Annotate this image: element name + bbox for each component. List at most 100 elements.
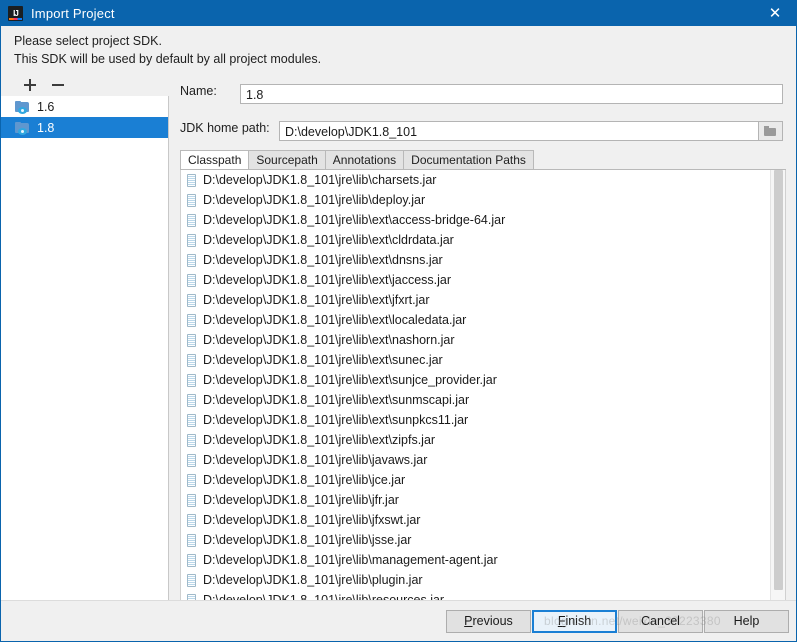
classpath-row-label: D:\develop\JDK1.8_101\jre\lib\management… <box>203 553 498 567</box>
classpath-row[interactable]: D:\develop\JDK1.8_101\jre\lib\ext\sunmsc… <box>181 390 753 410</box>
classpath-row[interactable]: D:\develop\JDK1.8_101\jre\lib\ext\access… <box>181 210 753 230</box>
classpath-row-label: D:\develop\JDK1.8_101\jre\lib\jsse.jar <box>203 533 412 547</box>
jar-file-icon <box>187 533 196 547</box>
name-row: Name: 1.8 <box>180 84 783 104</box>
name-input[interactable]: 1.8 <box>240 84 783 104</box>
tab-documentation-paths[interactable]: Documentation Paths <box>403 150 534 169</box>
classpath-row[interactable]: D:\develop\JDK1.8_101\jre\lib\ext\zipfs.… <box>181 430 753 450</box>
name-label: Name: <box>180 84 217 98</box>
jdk-home-path-label: JDK home path: <box>180 121 270 135</box>
classpath-row[interactable]: D:\develop\JDK1.8_101\jre\lib\ext\jacces… <box>181 270 753 290</box>
classpath-row-label: D:\develop\JDK1.8_101\jre\lib\ext\dnsns.… <box>203 253 443 267</box>
classpath-row[interactable]: D:\develop\JDK1.8_101\jre\lib\ext\dnsns.… <box>181 250 753 270</box>
classpath-row[interactable]: D:\develop\JDK1.8_101\jre\lib\ext\sunjce… <box>181 370 753 390</box>
jar-file-icon <box>187 493 196 507</box>
sdk-list[interactable]: 1.6 1.8 <box>1 96 169 601</box>
sdk-list-toolbar <box>13 75 168 95</box>
intro-line-1: Please select project SDK. <box>14 34 162 48</box>
jar-file-icon <box>187 433 196 447</box>
jar-file-icon <box>187 413 196 427</box>
classpath-row-label: D:\develop\JDK1.8_101\jre\lib\ext\sunpkc… <box>203 413 469 427</box>
jar-file-icon <box>187 573 196 587</box>
classpath-row-label: D:\develop\JDK1.8_101\jre\lib\ext\cldrda… <box>203 233 454 247</box>
classpath-row[interactable]: D:\develop\JDK1.8_101\jre\lib\javaws.jar <box>181 450 753 470</box>
jdk-home-path-input[interactable]: D:\develop\JDK1.8_101 <box>279 121 783 141</box>
classpath-row-label: D:\develop\JDK1.8_101\jre\lib\ext\locale… <box>203 313 467 327</box>
classpath-row-label: D:\develop\JDK1.8_101\jre\lib\ext\access… <box>203 213 506 227</box>
sdk-detail-pane: Name: 1.8 JDK home path: D:\develop\JDK1… <box>169 75 797 601</box>
import-project-dialog: IJ Import Project ✕ Please select projec… <box>0 0 797 642</box>
intro-line-2: This SDK will be used by default by all … <box>14 52 322 66</box>
classpath-row[interactable]: D:\develop\JDK1.8_101\jre\lib\management… <box>181 550 753 570</box>
browse-folder-button[interactable] <box>758 121 783 141</box>
add-classpath-button[interactable] <box>792 170 797 196</box>
jar-file-icon <box>187 373 196 387</box>
classpath-row[interactable]: D:\develop\JDK1.8_101\jre\lib\jfxswt.jar <box>181 510 753 530</box>
classpath-row-label: D:\develop\JDK1.8_101\jre\lib\ext\zipfs.… <box>203 433 436 447</box>
classpath-row-label: D:\develop\JDK1.8_101\jre\lib\ext\nashor… <box>203 333 455 347</box>
jar-file-icon <box>187 233 196 247</box>
classpath-row-label: D:\develop\JDK1.8_101\jre\lib\javaws.jar <box>203 453 428 467</box>
remove-classpath-button[interactable] <box>792 196 797 222</box>
classpath-row[interactable]: D:\develop\JDK1.8_101\jre\lib\deploy.jar <box>181 190 753 210</box>
jar-file-icon <box>187 513 196 527</box>
jar-file-icon <box>187 173 196 187</box>
title-bar: IJ Import Project ✕ <box>1 1 797 26</box>
classpath-scrollbar[interactable] <box>770 170 785 600</box>
sdk-item-label: 1.6 <box>37 99 55 114</box>
jar-file-icon <box>187 393 196 407</box>
close-icon[interactable]: ✕ <box>752 1 797 26</box>
classpath-row[interactable]: D:\develop\JDK1.8_101\jre\lib\ext\sunec.… <box>181 350 753 370</box>
classpath-row[interactable]: D:\develop\JDK1.8_101\jre\lib\ext\cldrda… <box>181 230 753 250</box>
window-title: Import Project <box>31 6 115 21</box>
jar-file-icon <box>187 473 196 487</box>
classpath-row[interactable]: D:\develop\JDK1.8_101\jre\lib\ext\locale… <box>181 310 753 330</box>
jar-file-icon <box>187 273 196 287</box>
sdk-item-label: 1.8 <box>37 120 55 135</box>
classpath-rows: D:\develop\JDK1.8_101\jre\lib\charsets.j… <box>181 170 753 600</box>
jar-file-icon <box>187 193 196 207</box>
jdk-folder-icon <box>15 121 30 135</box>
classpath-row-label: D:\develop\JDK1.8_101\jre\lib\ext\jfxrt.… <box>203 293 430 307</box>
add-sdk-button[interactable] <box>23 78 37 92</box>
classpath-row-label: D:\develop\JDK1.8_101\jre\lib\charsets.j… <box>203 173 437 187</box>
jar-file-icon <box>187 313 196 327</box>
remove-sdk-button[interactable] <box>51 78 65 92</box>
tab-classpath[interactable]: Classpath <box>180 150 250 169</box>
jar-file-icon <box>187 333 196 347</box>
jar-file-icon <box>187 353 196 367</box>
classpath-row[interactable]: D:\develop\JDK1.8_101\jre\lib\plugin.jar <box>181 570 753 590</box>
sdk-list-item-18[interactable]: 1.8 <box>1 117 168 138</box>
classpath-scrollbar-thumb[interactable] <box>774 170 783 590</box>
classpath-row[interactable]: D:\develop\JDK1.8_101\jre\lib\ext\sunpkc… <box>181 410 753 430</box>
classpath-row[interactable]: D:\develop\JDK1.8_101\jre\lib\jce.jar <box>181 470 753 490</box>
classpath-row-label: D:\develop\JDK1.8_101\jre\lib\jce.jar <box>203 473 406 487</box>
classpath-row-label: D:\develop\JDK1.8_101\jre\lib\ext\jacces… <box>203 273 452 287</box>
classpath-row-label: D:\develop\JDK1.8_101\jre\lib\ext\sunmsc… <box>203 393 470 407</box>
folder-icon <box>764 126 777 136</box>
previous-button[interactable]: Previous <box>446 610 531 633</box>
jar-file-icon <box>187 253 196 267</box>
jar-file-icon <box>187 293 196 307</box>
classpath-row[interactable]: D:\develop\JDK1.8_101\jre\lib\ext\nashor… <box>181 330 753 350</box>
sdk-list-item-16[interactable]: 1.6 <box>1 96 168 117</box>
jar-file-icon <box>187 553 196 567</box>
classpath-list[interactable]: D:\develop\JDK1.8_101\jre\lib\charsets.j… <box>180 170 786 601</box>
tab-sourcepath[interactable]: Sourcepath <box>248 150 326 169</box>
classpath-row-label: D:\develop\JDK1.8_101\jre\lib\ext\sunec.… <box>203 353 443 367</box>
intellij-idea-icon: IJ <box>8 6 23 21</box>
classpath-row[interactable]: D:\develop\JDK1.8_101\jre\lib\charsets.j… <box>181 170 753 190</box>
classpath-row-label: D:\develop\JDK1.8_101\jre\lib\deploy.jar <box>203 193 426 207</box>
jdk-folder-icon <box>15 100 30 114</box>
classpath-row-label: D:\develop\JDK1.8_101\jre\lib\jfxswt.jar <box>203 513 421 527</box>
tab-annotations[interactable]: Annotations <box>324 150 405 169</box>
jar-file-icon <box>187 213 196 227</box>
jdk-home-path-row: JDK home path: D:\develop\JDK1.8_101 <box>180 121 783 141</box>
intro-text: Please select project SDK. This SDK will… <box>14 32 714 68</box>
classpath-row[interactable]: D:\develop\JDK1.8_101\jre\lib\jsse.jar <box>181 530 753 550</box>
classpath-row[interactable]: D:\develop\JDK1.8_101\jre\lib\ext\jfxrt.… <box>181 290 753 310</box>
classpath-row[interactable]: D:\develop\JDK1.8_101\jre\lib\jfr.jar <box>181 490 753 510</box>
classpath-side-buttons <box>792 170 797 222</box>
classpath-row-label: D:\develop\JDK1.8_101\jre\lib\plugin.jar <box>203 573 423 587</box>
classpath-row-label: D:\develop\JDK1.8_101\jre\lib\jfr.jar <box>203 493 399 507</box>
